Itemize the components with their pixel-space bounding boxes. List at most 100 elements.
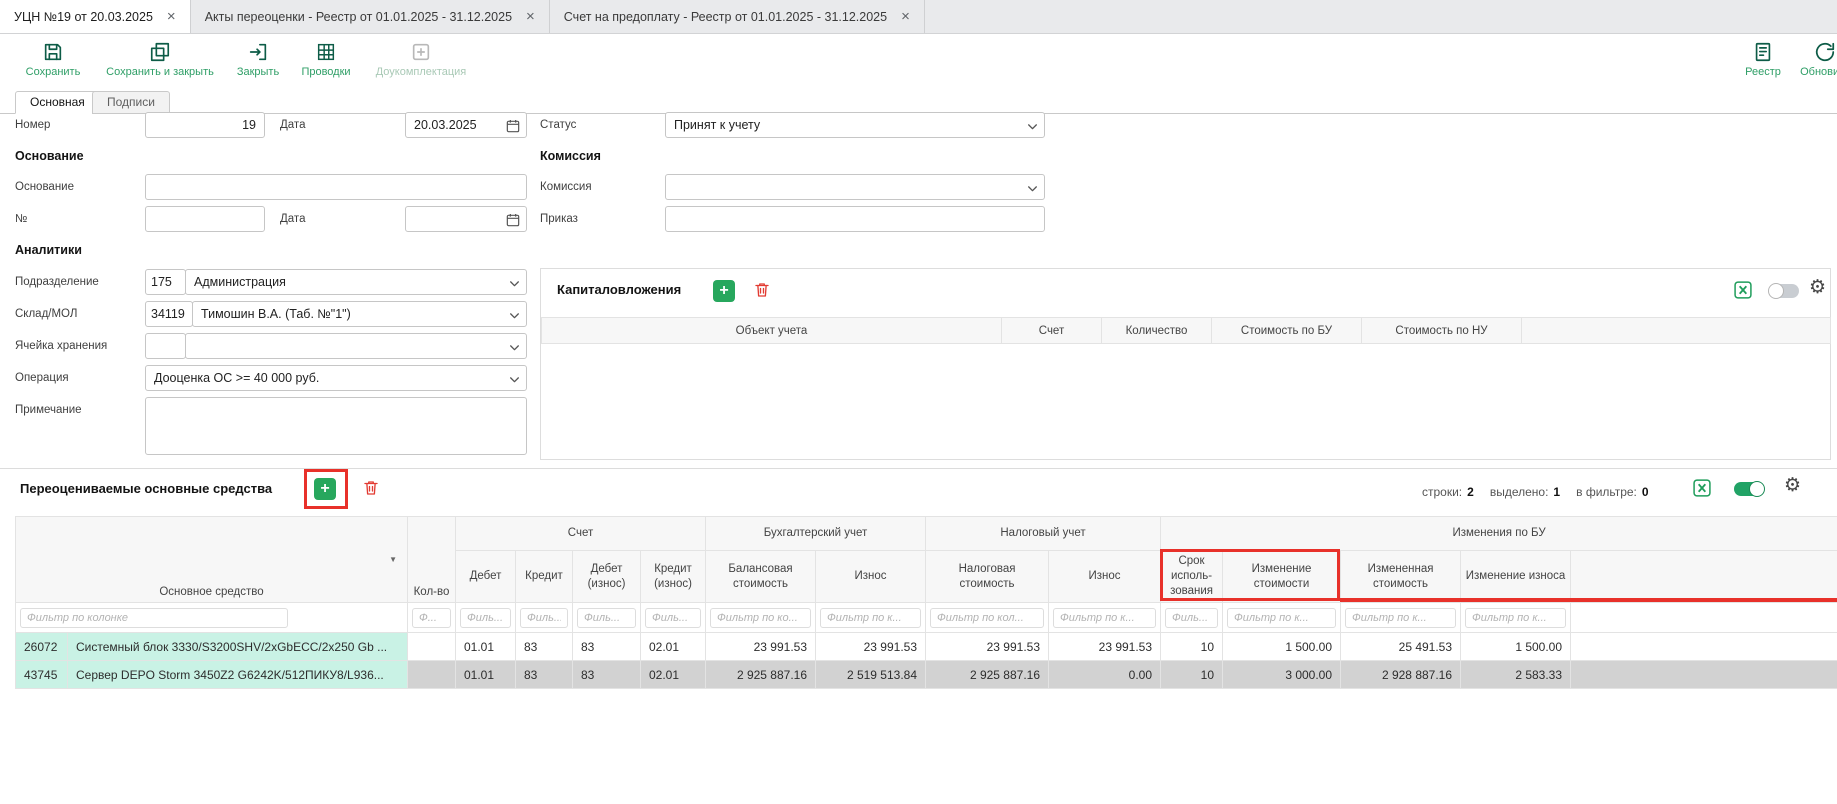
col-header-object[interactable]: Объект учета [542, 318, 1002, 344]
filter-credit-dep-input[interactable] [645, 608, 701, 628]
date-field[interactable]: 20.03.2025 [405, 112, 527, 138]
delete-row-button[interactable] [753, 281, 771, 304]
operation-select[interactable]: Дооценка ОС >= 40 000 руб. [145, 365, 527, 391]
col-header-depreciation-change[interactable]: Изменение износа [1461, 551, 1571, 603]
postings-button[interactable]: Проводки [295, 41, 357, 78]
add-asset-button[interactable]: + [314, 478, 336, 500]
division-code-field[interactable] [145, 269, 186, 295]
filter-value-change-input[interactable] [1227, 608, 1336, 628]
cell-changed-value[interactable]: 25 491.53 [1341, 633, 1461, 661]
save-and-close-button[interactable]: Сохранить и закрыть [100, 41, 220, 78]
cell-changed-value[interactable]: 2 928 887.16 [1341, 661, 1461, 689]
basis-date-field[interactable] [405, 206, 527, 232]
cell-tax-value[interactable]: 23 991.53 [926, 633, 1049, 661]
col-header-asset[interactable]: Основное средство ▼ [16, 517, 408, 603]
cell-tax-value[interactable]: 2 925 887.16 [926, 661, 1049, 689]
order-field[interactable] [665, 206, 1045, 232]
cell-asset-name[interactable]: Сервер DEPO Storm 3450Z2 G6242K/512ПИКУ8… [68, 661, 408, 689]
cell-credit[interactable]: 83 [516, 633, 573, 661]
filter-qty-input[interactable] [412, 608, 451, 628]
col-header-value-change[interactable]: Изменение стоимости [1223, 551, 1341, 603]
col-header-credit[interactable]: Кредит [516, 551, 573, 603]
status-select[interactable]: Принят к учету [665, 112, 1045, 138]
col-header-tax-value[interactable]: Налоговая стоимость [926, 551, 1049, 603]
cell-dep-bu[interactable]: 2 519 513.84 [816, 661, 926, 689]
export-excel-button[interactable] [1692, 478, 1712, 503]
col-header-changed-value[interactable]: Измененная стоимость [1341, 551, 1461, 603]
basis-field[interactable] [145, 174, 527, 200]
filter-asset-input[interactable] [20, 608, 288, 628]
commission-select[interactable] [665, 174, 1045, 200]
window-tab-document[interactable]: УЦН №19 от 20.03.2025 × [0, 0, 191, 33]
warehouse-code-field[interactable] [145, 301, 193, 327]
cell-credit-dep[interactable]: 02.01 [641, 633, 706, 661]
window-tab-prepayment-invoice[interactable]: Счет на предоплату - Реестр от 01.01.202… [550, 0, 925, 33]
save-button[interactable]: Сохранить [17, 41, 89, 78]
registry-button[interactable]: Реестр [1737, 41, 1789, 78]
cell-value-change[interactable]: 1 500.00 [1223, 633, 1341, 661]
filter-tax-value-input[interactable] [930, 608, 1044, 628]
filter-credit-input[interactable] [520, 608, 568, 628]
cell-qty[interactable] [408, 633, 456, 661]
division-select[interactable]: Администрация [185, 269, 527, 295]
cell-dep-change[interactable]: 2 583.33 [1461, 661, 1571, 689]
filter-useful-life-input[interactable] [1165, 608, 1218, 628]
export-excel-button[interactable] [1733, 280, 1753, 305]
storage-cell-select[interactable] [185, 333, 527, 359]
cell-useful-life[interactable]: 10 [1161, 633, 1223, 661]
close-icon[interactable]: × [167, 9, 176, 24]
filter-debit-dep-input[interactable] [577, 608, 636, 628]
close-icon[interactable]: × [526, 9, 535, 24]
cell-dep-bu[interactable]: 23 991.53 [816, 633, 926, 661]
col-header-depreciation-nu[interactable]: Износ [1049, 551, 1161, 603]
filter-dep-bu-input[interactable] [820, 608, 921, 628]
col-header-debit[interactable]: Дебет [456, 551, 516, 603]
col-header-quantity[interactable]: Количество [1102, 318, 1212, 344]
tab-signatures[interactable]: Подписи [92, 91, 170, 114]
col-header-cost-nu[interactable]: Стоимость по НУ [1362, 318, 1522, 344]
calendar-icon[interactable] [505, 118, 521, 137]
cell-asset-id[interactable]: 26072 [16, 633, 68, 661]
gear-icon[interactable]: ⚙ [1809, 278, 1826, 297]
col-header-debit-depreciation[interactable]: Дебет (износ) [573, 551, 641, 603]
col-header-qty[interactable]: Кол-во [408, 517, 456, 603]
filter-toggle[interactable] [1769, 284, 1799, 298]
cell-book-value[interactable]: 23 991.53 [706, 633, 816, 661]
cell-asset-id[interactable]: 43745 [16, 661, 68, 689]
warehouse-select[interactable]: Тимошин В.А. (Таб. №"1") [192, 301, 527, 327]
window-tab-revaluation-acts[interactable]: Акты переоценки - Реестр от 01.01.2025 -… [191, 0, 550, 33]
calendar-icon[interactable] [505, 212, 521, 231]
filter-changed-value-input[interactable] [1345, 608, 1456, 628]
cell-dep-nu[interactable]: 0.00 [1049, 661, 1161, 689]
filter-toggle[interactable] [1734, 482, 1764, 496]
cell-book-value[interactable]: 2 925 887.16 [706, 661, 816, 689]
close-icon[interactable]: × [901, 9, 910, 24]
filter-book-value-input[interactable] [710, 608, 811, 628]
cell-asset-name[interactable]: Системный блок 3330/S3200SHV/2xGbECC/2x2… [68, 633, 408, 661]
note-field[interactable] [145, 397, 527, 455]
col-header-useful-life[interactable]: Срок исполь-зования [1161, 551, 1223, 603]
col-header-credit-depreciation[interactable]: Кредит (износ) [641, 551, 706, 603]
cell-debit[interactable]: 01.01 [456, 661, 516, 689]
add-row-button[interactable]: + [713, 280, 735, 302]
cell-credit[interactable]: 83 [516, 661, 573, 689]
delete-asset-button[interactable] [362, 479, 380, 502]
col-header-depreciation-bu[interactable]: Износ [816, 551, 926, 603]
cell-debit-dep[interactable]: 83 [573, 661, 641, 689]
cell-dep-nu[interactable]: 23 991.53 [1049, 633, 1161, 661]
cell-useful-life[interactable]: 10 [1161, 661, 1223, 689]
table-row-selected[interactable]: 43745 Сервер DEPO Storm 3450Z2 G6242K/51… [16, 661, 1837, 689]
cell-debit[interactable]: 01.01 [456, 633, 516, 661]
col-header-cost-bu[interactable]: Стоимость по БУ [1212, 318, 1362, 344]
storage-cell-code-field[interactable] [145, 333, 186, 359]
col-header-account[interactable]: Счет [1002, 318, 1102, 344]
cell-dep-change[interactable]: 1 500.00 [1461, 633, 1571, 661]
table-row[interactable]: 26072 Системный блок 3330/S3200SHV/2xGbE… [16, 633, 1837, 661]
filter-dep-change-input[interactable] [1465, 608, 1566, 628]
cell-qty[interactable] [408, 661, 456, 689]
refresh-button[interactable]: Обновить [1797, 41, 1837, 78]
cell-value-change[interactable]: 3 000.00 [1223, 661, 1341, 689]
cell-debit-dep[interactable]: 83 [573, 633, 641, 661]
filter-debit-input[interactable] [460, 608, 511, 628]
basis-number-field[interactable] [145, 206, 265, 232]
